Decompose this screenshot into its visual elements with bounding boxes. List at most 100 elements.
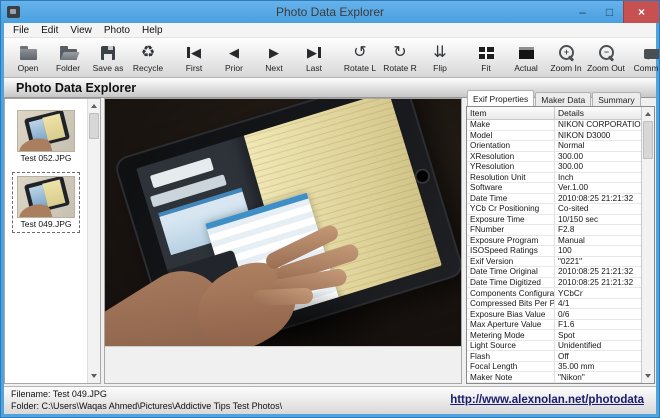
website-link[interactable]: http://www.alexnolan.net/photodata bbox=[450, 394, 644, 406]
cell-item: YResolution bbox=[467, 162, 555, 172]
toolbar-button-fit[interactable]: Fit bbox=[466, 40, 506, 76]
close-button[interactable]: × bbox=[623, 1, 659, 23]
window-title: Photo Data Explorer bbox=[275, 5, 385, 19]
table-row[interactable]: Date Time Original 2010:08:25 21:21:32 bbox=[467, 267, 641, 278]
cell-item: Model bbox=[467, 130, 555, 141]
scroll-up-button[interactable] bbox=[88, 99, 100, 112]
table-row[interactable]: Light Source Unidentified bbox=[467, 340, 641, 352]
tab-summary[interactable]: Summary bbox=[592, 92, 641, 106]
table-scrollbar-thumb[interactable] bbox=[643, 121, 653, 159]
toolbar-label-zoomin: Zoom In bbox=[550, 62, 582, 73]
cell-details: Manual bbox=[558, 235, 585, 245]
table-scrollbar[interactable] bbox=[641, 107, 654, 383]
toolbar-button-flip[interactable]: ⇊ Flip bbox=[420, 40, 460, 76]
table-body: Make NIKON CORPORATION Model NIKON D3000 Ori… bbox=[467, 120, 641, 383]
cell-details: Inch bbox=[558, 172, 574, 182]
menu-item-help[interactable]: Help bbox=[136, 24, 169, 37]
table-scroll-up-button[interactable] bbox=[642, 107, 654, 120]
toolbar-button-actual[interactable]: Actual bbox=[506, 40, 546, 76]
table-row[interactable]: XResolution 300.00 bbox=[467, 151, 641, 163]
menu-bar: File Edit View Photo Help bbox=[4, 23, 656, 38]
table-row[interactable]: Compressed Bits Per Pixel4/1 bbox=[467, 298, 641, 310]
toolbar-button-folder[interactable]: Folder bbox=[48, 40, 88, 76]
toolbar-button-first[interactable]: ◀ First bbox=[174, 40, 214, 76]
folder-open-icon bbox=[59, 44, 77, 62]
window-controls: – □ × bbox=[569, 1, 659, 23]
table-row[interactable]: Components ConfigurationYCbCr bbox=[467, 288, 641, 299]
cell-details: NIKON CORPORATION bbox=[558, 120, 641, 130]
thumbnail-item[interactable]: Test 052.JPG bbox=[12, 106, 80, 167]
cell-details: 300.00 bbox=[558, 151, 584, 161]
hand-in-photo bbox=[105, 99, 461, 346]
table-row[interactable]: FNumber F2.8 bbox=[467, 225, 641, 236]
toolbar-label-last: Last bbox=[305, 62, 323, 73]
cell-details: F1.6 bbox=[558, 320, 575, 330]
column-header-details[interactable]: Details bbox=[555, 107, 641, 119]
table-row[interactable]: Model NIKON D3000 bbox=[467, 130, 641, 142]
toolbar: Open Folder Save as ♻ Recycle ◀ First ◀ Prior ▶ Ne… bbox=[4, 38, 659, 78]
toolbar-button-prior[interactable]: ◀ Prior bbox=[214, 40, 254, 76]
table-row[interactable]: Maker Note "Nikon" bbox=[467, 372, 641, 383]
cell-item: ISOSpeed Ratings bbox=[467, 246, 555, 256]
table-row[interactable]: Software Ver.1.00 bbox=[467, 183, 641, 194]
thumbnail-scrollbar[interactable] bbox=[87, 99, 100, 383]
scroll-down-button[interactable] bbox=[88, 370, 100, 383]
zoom-in-icon bbox=[558, 44, 574, 62]
column-header-item[interactable]: Item bbox=[467, 107, 555, 119]
menu-item-photo[interactable]: Photo bbox=[98, 24, 136, 37]
table-row[interactable]: Orientation Normal bbox=[467, 141, 641, 152]
toolbar-button-saveas[interactable]: Save as bbox=[88, 40, 128, 76]
table-row[interactable]: Focal Length 35.00 mm bbox=[467, 361, 641, 373]
table-row[interactable]: YResolution 300.00 bbox=[467, 162, 641, 173]
cell-item: Make bbox=[467, 120, 555, 130]
table-row[interactable]: Date Time Digitized 2010:08:25 21:21:32 bbox=[467, 277, 641, 289]
cell-item: Light Source bbox=[467, 340, 555, 351]
main-photo bbox=[105, 99, 461, 346]
table-row[interactable]: Exposure Bias Value 0/6 bbox=[467, 309, 641, 320]
toolbar-button-rotatel[interactable]: ↺ Rotate L bbox=[340, 40, 380, 76]
table-row[interactable]: Exif Version "0221" bbox=[467, 256, 641, 268]
toolbar-button-zoomin[interactable]: Zoom In bbox=[546, 40, 586, 76]
cell-details: 35.00 mm bbox=[558, 362, 595, 372]
table-row[interactable]: Metering Mode Spot bbox=[467, 330, 641, 341]
cell-item: XResolution bbox=[467, 151, 555, 162]
cell-item: Resolution Unit bbox=[467, 172, 555, 183]
table-row[interactable]: ISOSpeed Ratings 100 bbox=[467, 246, 641, 257]
thumbnail-item[interactable]: Test 049.JPG bbox=[12, 172, 80, 233]
cell-details: "Nikon" bbox=[558, 372, 585, 382]
cell-details: YCbCr bbox=[558, 288, 583, 298]
toolbar-button-next[interactable]: ▶ Next bbox=[254, 40, 294, 76]
table-header: Item Details bbox=[467, 107, 641, 120]
maximize-button[interactable]: □ bbox=[596, 1, 623, 23]
toolbar-button-rotater[interactable]: ↻ Rotate R bbox=[380, 40, 420, 76]
table-row[interactable]: Make NIKON CORPORATION bbox=[467, 120, 641, 131]
toolbar-label-folder: Folder bbox=[55, 62, 81, 73]
table-row[interactable]: Flash Off bbox=[467, 351, 641, 362]
table-scroll-down-button[interactable] bbox=[642, 370, 654, 383]
cell-details: Normal bbox=[558, 141, 585, 151]
minimize-button[interactable]: – bbox=[569, 1, 596, 23]
table-row[interactable]: YCb Cr Positioning Co-sited bbox=[467, 204, 641, 215]
table-row[interactable]: Date Time 2010:08:25 21:21:32 bbox=[467, 193, 641, 205]
toolbar-button-recycle[interactable]: ♻ Recycle bbox=[128, 40, 168, 76]
tab-exif-properties[interactable]: Exif Properties bbox=[467, 90, 535, 106]
skip-to-last-icon: ▶ bbox=[307, 44, 321, 62]
cell-item: Date Time Digitized bbox=[467, 277, 555, 288]
menu-item-edit[interactable]: Edit bbox=[35, 24, 64, 37]
scrollbar-thumb[interactable] bbox=[89, 113, 99, 139]
menu-item-view[interactable]: View bbox=[64, 24, 98, 37]
toolbar-button-zoomout[interactable]: Zoom Out bbox=[586, 40, 626, 76]
table-row[interactable]: Max Aperture Value F1.6 bbox=[467, 319, 641, 331]
tab-maker-data[interactable]: Maker Data bbox=[535, 92, 592, 106]
toolbar-button-open[interactable]: Open bbox=[8, 40, 48, 76]
cell-details: NIKON D3000 bbox=[558, 130, 611, 140]
cell-details: F2.8 bbox=[558, 225, 575, 235]
table-row[interactable]: Exposure Program Manual bbox=[467, 235, 641, 247]
toolbar-label-rotater: Rotate R bbox=[383, 62, 417, 73]
skip-to-first-icon: ◀ bbox=[187, 44, 201, 62]
menu-item-file[interactable]: File bbox=[7, 24, 35, 37]
toolbar-button-comment[interactable]: Comment bbox=[632, 40, 659, 76]
toolbar-button-last[interactable]: ▶ Last bbox=[294, 40, 334, 76]
table-row[interactable]: Exposure Time 10/150 sec bbox=[467, 214, 641, 226]
table-row[interactable]: Resolution Unit Inch bbox=[467, 172, 641, 184]
